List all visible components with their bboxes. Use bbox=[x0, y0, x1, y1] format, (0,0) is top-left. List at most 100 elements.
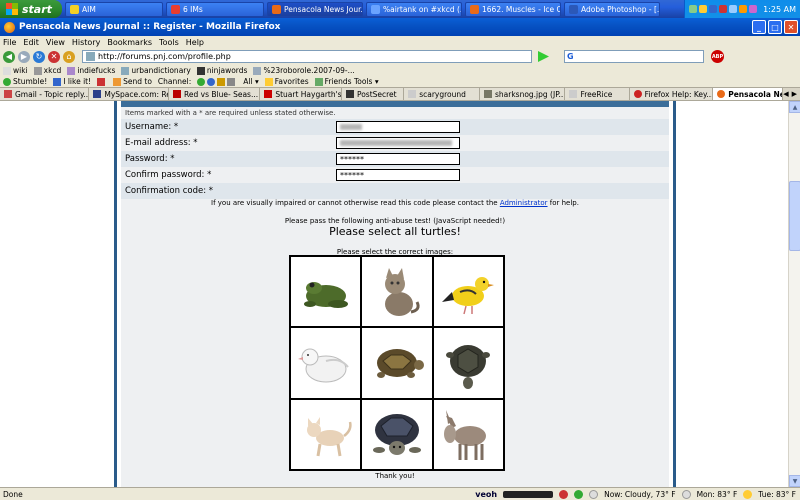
tab-scroll-left-icon[interactable]: ◀ bbox=[783, 90, 788, 98]
password-field[interactable]: ****** bbox=[336, 153, 460, 165]
confirmation-code-row: Confirmation code: * bbox=[121, 183, 669, 199]
bookmark-urbandictionary[interactable]: urbandictionary bbox=[121, 66, 191, 75]
adblock-icon[interactable]: ABP bbox=[711, 50, 724, 63]
photoshop-icon bbox=[569, 4, 578, 14]
administrator-link[interactable]: Administrator bbox=[500, 199, 548, 207]
status-icon[interactable] bbox=[559, 489, 569, 499]
captcha-image-canary[interactable] bbox=[432, 256, 504, 328]
thumbs-down-icon[interactable] bbox=[97, 77, 106, 86]
tab-myspace[interactable]: MySpace.com: Re... bbox=[89, 88, 170, 100]
scroll-thumb[interactable] bbox=[789, 181, 800, 251]
taskbar-item-muscles[interactable]: 1662. Muscles - Ice C... bbox=[465, 1, 561, 17]
all-dropdown[interactable]: All ▾ bbox=[243, 77, 258, 86]
tray-app-icon[interactable] bbox=[719, 5, 728, 13]
weather-monday[interactable]: Mon: 83° F bbox=[697, 490, 738, 499]
captcha-image-dove[interactable] bbox=[290, 327, 362, 399]
weather-tuesday[interactable]: Tue: 83° F bbox=[758, 490, 796, 499]
reload-icon[interactable]: ↻ bbox=[33, 50, 45, 63]
captcha-image-cat[interactable] bbox=[361, 256, 433, 328]
menu-file[interactable]: File bbox=[3, 38, 16, 47]
veoh-player-controls[interactable] bbox=[503, 490, 554, 498]
tab-pensacola-news[interactable]: Pensacola New... bbox=[713, 88, 784, 100]
tab-scaryground[interactable]: scaryground bbox=[404, 88, 480, 100]
impaired-notice: If you are visually impaired or cannot o… bbox=[211, 199, 579, 207]
tab-firefox-help[interactable]: Firefox Help: Key... bbox=[629, 88, 714, 100]
favorites-button[interactable]: Favorites bbox=[264, 77, 309, 86]
confirm-password-field[interactable]: ****** bbox=[336, 169, 460, 181]
tray-app-icon[interactable] bbox=[749, 5, 758, 13]
taskbar-item-aim[interactable]: AIM bbox=[65, 1, 163, 17]
scroll-up-icon[interactable]: ▲ bbox=[789, 101, 800, 113]
menu-view[interactable]: View bbox=[46, 38, 65, 47]
menu-help[interactable]: Help bbox=[186, 38, 204, 47]
send-button[interactable]: Send to bbox=[113, 77, 152, 86]
go-icon[interactable] bbox=[538, 51, 549, 62]
captcha-image-turtle-front[interactable] bbox=[361, 398, 433, 470]
tab-stuart-haygarth[interactable]: Stuart Haygarth's... bbox=[260, 88, 342, 100]
bookmark-roborole[interactable]: %23roborole.2007-09-... bbox=[253, 66, 355, 75]
captcha-image-turtle[interactable] bbox=[432, 327, 504, 399]
captcha-image-tortoise[interactable] bbox=[361, 327, 433, 399]
tab-gmail[interactable]: Gmail - Topic reply... bbox=[0, 88, 90, 100]
cloud-icon bbox=[681, 489, 691, 499]
image-icon bbox=[483, 90, 492, 98]
tray-app-icon[interactable] bbox=[709, 5, 718, 13]
bookmark-indie[interactable]: indiefucks bbox=[67, 66, 115, 75]
channel-icons[interactable] bbox=[197, 77, 237, 86]
forward-icon[interactable]: ▶ bbox=[18, 50, 30, 63]
tab-scroll-right-icon[interactable]: ▶ bbox=[792, 90, 797, 98]
taskbar-item-irc[interactable]: %airtank on #xkcd (... bbox=[366, 1, 462, 17]
menu-history[interactable]: History bbox=[72, 38, 100, 47]
stumble-button[interactable]: Stumble! bbox=[3, 77, 47, 86]
taskbar-item-ims[interactable]: 6 IMs bbox=[166, 1, 264, 17]
bird-icon bbox=[442, 276, 495, 314]
back-icon[interactable]: ◀ bbox=[3, 50, 15, 63]
tray-app-icon[interactable] bbox=[689, 5, 698, 13]
cat-icon bbox=[384, 267, 420, 316]
tab-sharksnog[interactable]: sharksnog.jpg (JP... bbox=[479, 88, 566, 100]
confirm-password-label: Confirm password: * bbox=[125, 170, 212, 180]
maximize-button[interactable]: □ bbox=[768, 20, 782, 34]
tab-postsecret[interactable]: PostSecret bbox=[341, 88, 405, 100]
close-button[interactable]: ✕ bbox=[784, 20, 798, 34]
minimize-button[interactable]: _ bbox=[752, 20, 766, 34]
clock[interactable]: 1:25 AM bbox=[763, 5, 796, 14]
start-button[interactable]: start bbox=[0, 0, 62, 18]
captcha-image-donkey[interactable] bbox=[432, 398, 504, 470]
menu-tools[interactable]: Tools bbox=[159, 38, 179, 47]
veoh-label[interactable]: veoh bbox=[475, 490, 497, 499]
tray-app-icon[interactable] bbox=[699, 5, 708, 13]
weather-now[interactable]: Now: Cloudy, 73° F bbox=[604, 490, 675, 499]
turtle-icon bbox=[446, 344, 491, 389]
page-scrollbar[interactable]: ▲ ▼ bbox=[788, 101, 800, 487]
taskbar-item-firefox[interactable]: Pensacola News Jour... bbox=[267, 1, 363, 17]
email-field[interactable] bbox=[336, 137, 460, 149]
firefox-icon bbox=[633, 90, 642, 98]
taskbar-item-photoshop[interactable]: Adobe Photoshop - [... bbox=[564, 1, 660, 17]
channel-icon bbox=[227, 78, 236, 86]
bookmark-ninjawords[interactable]: ninjawords bbox=[196, 66, 247, 75]
captcha-image-frog[interactable] bbox=[290, 256, 362, 328]
tray-app-icon[interactable] bbox=[739, 5, 748, 13]
like-button[interactable]: I like it! bbox=[53, 77, 91, 86]
tab-red-vs-blue[interactable]: Red vs Blue- Seas... bbox=[169, 88, 261, 100]
bookmark-wiki[interactable]: wiki bbox=[3, 66, 28, 75]
stumbleupon-toolbar: Stumble! I like it! Send to Channel: All… bbox=[0, 76, 800, 88]
bookmark-xkcd[interactable]: xkcd bbox=[33, 66, 61, 75]
menu-bookmarks[interactable]: Bookmarks bbox=[107, 38, 152, 47]
search-input[interactable]: G bbox=[564, 50, 704, 63]
window-title-bar[interactable]: Pensacola News Journal :: Register - Moz… bbox=[0, 18, 800, 36]
menu-edit[interactable]: Edit bbox=[23, 38, 39, 47]
friends-tools-button[interactable]: Friends Tools ▾ bbox=[314, 77, 379, 86]
tab-freerice[interactable]: FreeRice bbox=[565, 88, 630, 100]
home-icon[interactable]: ⌂ bbox=[63, 50, 75, 63]
username-field[interactable] bbox=[336, 121, 460, 133]
stop-icon[interactable]: ✕ bbox=[48, 50, 60, 63]
url-bar[interactable]: http://forums.pnj.com/profile.php bbox=[82, 50, 532, 63]
scroll-down-icon[interactable]: ▼ bbox=[789, 475, 800, 487]
tray-app-icon[interactable] bbox=[729, 5, 738, 13]
page-icon bbox=[264, 90, 273, 98]
captcha-image-kitten[interactable] bbox=[290, 398, 362, 470]
status-icon[interactable] bbox=[574, 489, 584, 499]
kitten-icon bbox=[306, 417, 352, 457]
